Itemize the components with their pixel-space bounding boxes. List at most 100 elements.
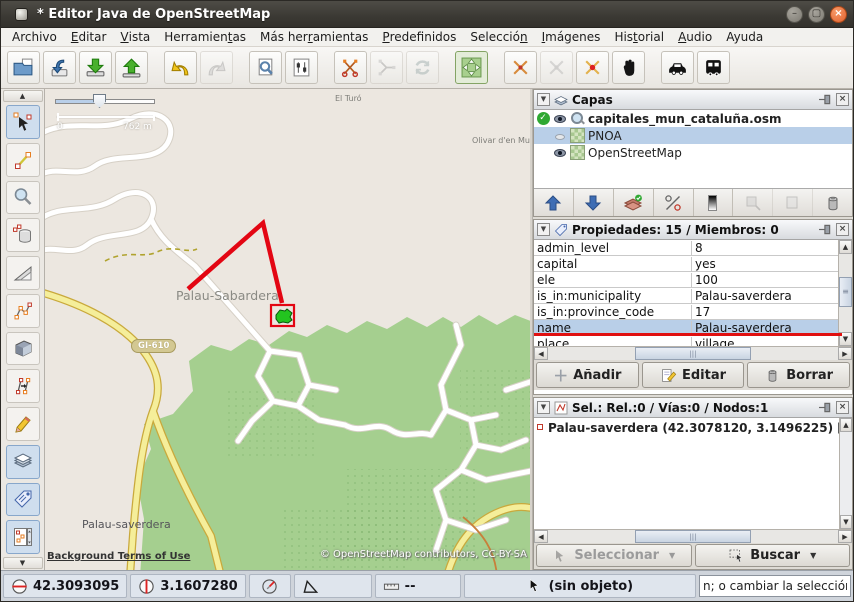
collapse-down-button[interactable]: ▼	[3, 557, 43, 569]
close-panel-icon[interactable]: ×	[836, 223, 849, 236]
background-terms-link[interactable]: Background Terms of Use	[47, 551, 190, 562]
car-preset-button[interactable]	[661, 51, 694, 84]
vscroll-thumb[interactable]	[839, 277, 852, 307]
layer-visibility-eye-icon[interactable]	[553, 148, 567, 158]
close-panel-icon[interactable]: ×	[836, 93, 849, 106]
scroll-down-icon[interactable]: ▼	[840, 515, 852, 529]
collapse-up-button[interactable]: ▲	[3, 90, 43, 102]
menu-item[interactable]: Vista	[113, 29, 157, 45]
map-canvas[interactable]: 0 762 m El Turó Olivar d'en Mu Palau-Sab…	[45, 89, 530, 570]
close-panel-icon[interactable]: ×	[836, 401, 849, 414]
bus-preset-button[interactable]	[697, 51, 730, 84]
layer-visibility-eye-icon[interactable]	[553, 114, 567, 124]
download-button[interactable]	[79, 51, 112, 84]
update-data-button[interactable]	[406, 51, 439, 84]
redo-button[interactable]	[200, 51, 233, 84]
minimize-button[interactable]: –	[786, 6, 803, 23]
menu-item[interactable]: Ayuda	[719, 29, 770, 45]
menu-item[interactable]: Predefinidos	[375, 29, 463, 45]
menu-item[interactable]: Herramientas	[157, 29, 253, 45]
edit-tag-button[interactable]: Editar	[642, 362, 745, 388]
property-row[interactable]: admin_level 8	[534, 240, 838, 256]
layer-row[interactable]: OpenStreetMap	[534, 144, 852, 161]
combine-way-button[interactable]	[370, 51, 403, 84]
hscroll-thumb[interactable]	[635, 530, 751, 543]
undo-button[interactable]	[164, 51, 197, 84]
ruler-tool[interactable]	[6, 256, 40, 290]
selection-panel-toggle[interactable]	[6, 520, 40, 554]
menu-item[interactable]: Selección	[463, 29, 534, 45]
scroll-up-icon[interactable]: ▲	[840, 418, 852, 432]
tags-panel-toggle[interactable]	[6, 483, 40, 517]
scroll-left-icon[interactable]: ◀	[534, 347, 548, 360]
extrude-building-tool[interactable]	[6, 332, 40, 366]
edit-pencil-tool[interactable]	[6, 407, 40, 441]
add-tag-button[interactable]: ＋Añadir	[536, 362, 639, 388]
unglue-button[interactable]	[540, 51, 573, 84]
delete-tool[interactable]	[6, 218, 40, 252]
pan-button[interactable]	[612, 51, 645, 84]
select-tool[interactable]	[6, 105, 40, 139]
select-again-button[interactable]: Seleccionar▼	[536, 544, 692, 567]
layer-row[interactable]: capitales_mun_cataluña.osm	[534, 110, 852, 127]
properties-hscrollbar[interactable]: ◀ ▶	[534, 346, 852, 360]
properties-vscrollbar[interactable]: ▲ ▼	[838, 240, 852, 346]
property-row[interactable]: capital yes	[534, 256, 838, 272]
merge-layer-button[interactable]	[614, 189, 654, 216]
layer-down-button[interactable]	[574, 189, 614, 216]
zoom-slider[interactable]	[55, 94, 155, 108]
layer-up-button[interactable]	[534, 189, 574, 216]
panel-menu-icon[interactable]: ▼	[537, 223, 550, 236]
layers-panel-toggle[interactable]	[6, 445, 40, 479]
split-way-button[interactable]	[334, 51, 367, 84]
scroll-left-icon[interactable]: ◀	[534, 530, 548, 543]
upload-button[interactable]	[115, 51, 148, 84]
delete-tag-button[interactable]: Borrar	[747, 362, 850, 388]
copy-layer-button[interactable]	[773, 189, 813, 216]
layer-active-check-icon[interactable]	[536, 112, 550, 126]
property-row[interactable]: is_in:municipality Palau-saverdera	[534, 288, 838, 304]
panel-menu-icon[interactable]: ▼	[537, 93, 550, 106]
zoom-slider-thumb[interactable]	[93, 94, 106, 108]
duplicate-layer-button[interactable]	[733, 189, 773, 216]
pin-icon[interactable]	[819, 401, 832, 414]
menu-item[interactable]: Audio	[671, 29, 719, 45]
menu-item[interactable]: Historial	[607, 29, 671, 45]
preferences-button[interactable]	[285, 51, 318, 84]
scroll-right-icon[interactable]: ▶	[838, 347, 852, 360]
menu-item[interactable]: Archivo	[5, 29, 64, 45]
close-button[interactable]: ×	[830, 6, 847, 23]
selection-vscrollbar[interactable]: ▲ ▼	[839, 418, 852, 529]
selection-list-item[interactable]: Palau-saverdera (42.3078120, 3.1496225) …	[534, 418, 852, 435]
connect-nodes-tool[interactable]	[6, 294, 40, 328]
property-row[interactable]: ele 100	[534, 272, 838, 288]
search-button[interactable]	[249, 51, 282, 84]
search-button[interactable]: Buscar▼	[695, 544, 851, 567]
selection-hscrollbar[interactable]: ◀ ▶	[534, 529, 852, 543]
delete-layer-button[interactable]	[813, 189, 852, 216]
save-button[interactable]	[43, 51, 76, 84]
pin-icon[interactable]	[819, 93, 832, 106]
simplify-way-button[interactable]	[576, 51, 609, 84]
layer-visibility-eye-icon[interactable]	[553, 131, 567, 141]
draw-node-tool[interactable]	[6, 143, 40, 177]
merge-nodes-button[interactable]	[504, 51, 537, 84]
property-row[interactable]: place village	[534, 336, 838, 346]
parallel-way-tool[interactable]	[6, 369, 40, 403]
layer-active-check-icon[interactable]	[536, 146, 550, 160]
layer-row[interactable]: PNOA	[534, 127, 852, 144]
maximize-button[interactable]: ▢	[808, 6, 825, 23]
layer-gamma-button[interactable]	[694, 189, 734, 216]
pin-icon[interactable]	[819, 223, 832, 236]
open-file-button[interactable]	[7, 51, 40, 84]
property-row[interactable]: is_in:province_code 17	[534, 304, 838, 320]
menu-item[interactable]: Imágenes	[535, 29, 608, 45]
scroll-up-icon[interactable]: ▲	[839, 240, 852, 254]
scroll-right-icon[interactable]: ▶	[838, 530, 852, 543]
panel-menu-icon[interactable]: ▼	[537, 401, 550, 414]
move-mode-button[interactable]	[455, 51, 488, 84]
hscroll-thumb[interactable]	[635, 347, 751, 360]
layer-active-check-icon[interactable]	[536, 129, 550, 143]
status-search-input[interactable]	[699, 575, 851, 597]
zoom-tool[interactable]	[6, 181, 40, 215]
